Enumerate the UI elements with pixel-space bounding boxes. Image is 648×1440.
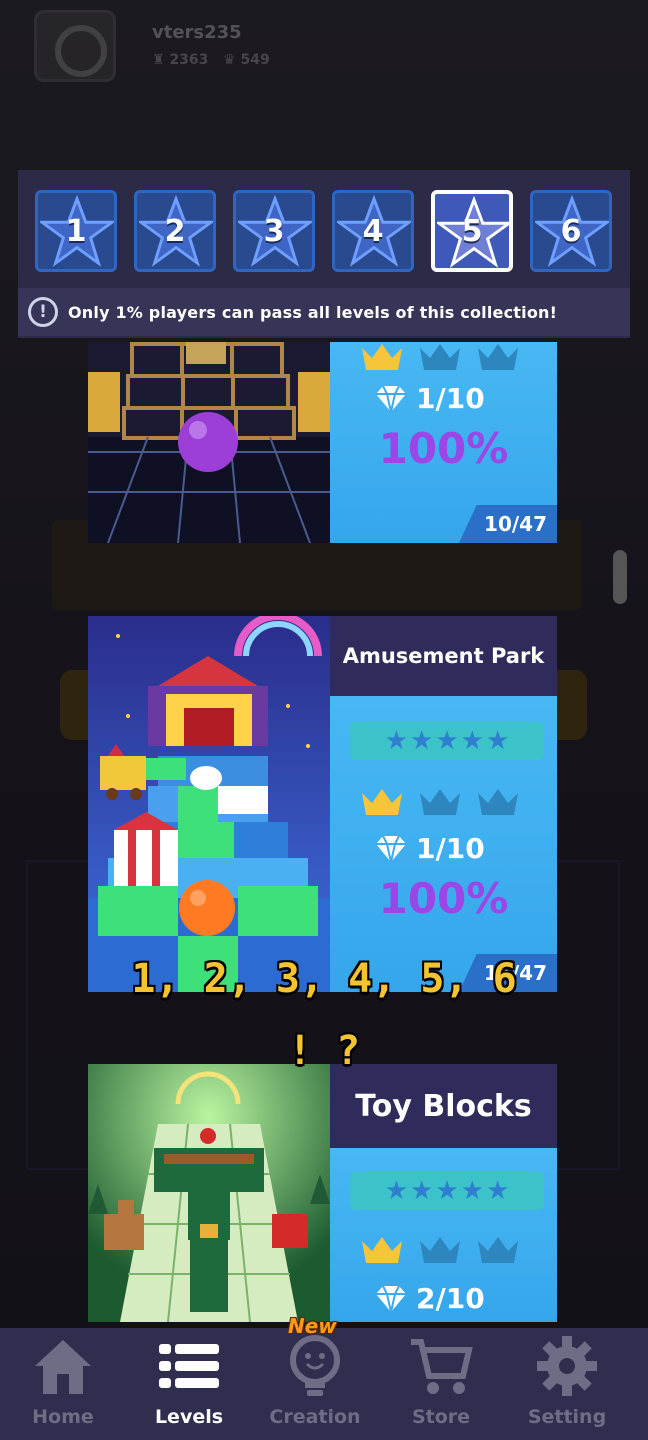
- gem-count-text: 1/10: [416, 382, 485, 415]
- crown-icon-filled: [362, 1237, 402, 1263]
- star-icon: ★: [485, 1176, 510, 1206]
- completion-percent: 100%: [378, 874, 509, 923]
- collection-tab-4[interactable]: 4: [332, 190, 414, 272]
- star-icon: ★: [460, 1176, 484, 1206]
- notice-bar: ! Only 1% players can pass all levels of…: [18, 288, 630, 336]
- background-button: [60, 670, 88, 740]
- crown-icon-empty: [478, 344, 518, 370]
- star-icon: ★: [410, 1176, 434, 1206]
- home-icon: [28, 1332, 98, 1400]
- star-icon: ★: [460, 726, 484, 756]
- crown-icon-empty: [478, 789, 518, 815]
- crown-rating: [360, 342, 520, 372]
- crown-rating: [360, 1232, 520, 1268]
- gem-count: 2/10: [374, 1282, 485, 1315]
- crown-icon-filled: [362, 344, 402, 370]
- nav-creation-label: Creation: [269, 1406, 361, 1428]
- caption-line-1: 1, 2, 3, 4, 5, 6: [131, 956, 517, 1002]
- info-icon: !: [28, 297, 58, 327]
- collection-tab-5[interactable]: 5: [431, 190, 513, 272]
- gear-icon: [532, 1332, 602, 1400]
- level-title-text: Amusement Park: [342, 644, 545, 668]
- collection-tab-6[interactable]: 6: [530, 190, 612, 272]
- username: vters235: [152, 22, 242, 43]
- crown-count: 549: [240, 52, 270, 68]
- trophy-count: 2363: [169, 52, 209, 68]
- nav-store-label: Store: [411, 1406, 471, 1428]
- diamond-icon: [376, 385, 406, 412]
- nav-store[interactable]: Store: [378, 1328, 504, 1440]
- level-thumbnail: [88, 342, 330, 543]
- player-stats: ♜ 2363 ♛ 549: [152, 52, 270, 68]
- collection-tab-3[interactable]: 3: [233, 190, 315, 272]
- collection-panel: 1 2 3 4 5 6 ! Only 1% players can pass all le…: [18, 170, 630, 338]
- level-thumbnail: [88, 616, 330, 992]
- level-card[interactable]: Toy Blocks ★ ★ ★ ★ ★ 2/10: [88, 1064, 557, 1322]
- player-profile: vters235 ♜ 2363 ♛ 549: [34, 10, 314, 82]
- background-button: [557, 670, 587, 740]
- crown-icon-empty: [420, 1237, 460, 1263]
- level-card[interactable]: 1/10 100% 10/47: [88, 342, 557, 543]
- collection-tab-number: 4: [362, 213, 384, 249]
- caption-line-2: ! ?: [287, 1028, 361, 1074]
- notice-text: Only 1% players can pass all levels of t…: [68, 302, 558, 322]
- gem-count: 1/10: [374, 832, 485, 865]
- crown-icon-empty: [478, 1237, 518, 1263]
- collection-tab-number: 2: [164, 213, 186, 249]
- level-preview-image: [88, 1064, 330, 1322]
- star-icon: ★: [410, 726, 434, 756]
- gem-count-text: 1/10: [416, 832, 485, 865]
- star-icon: ★: [384, 726, 409, 756]
- star-icon: ★: [435, 726, 459, 756]
- cart-icon: [406, 1332, 476, 1400]
- level-thumbnail: [88, 1064, 330, 1322]
- crown-icon-empty: [420, 789, 460, 815]
- completion-percent: 100%: [378, 424, 509, 473]
- trophy-icon: ♜: [152, 52, 165, 68]
- diamond-icon: [376, 1285, 406, 1312]
- gem-count: 1/10: [374, 382, 485, 415]
- nav-creation[interactable]: New Creation: [252, 1314, 378, 1440]
- nav-home-label: Home: [32, 1406, 94, 1428]
- star-icon: ★: [435, 1176, 459, 1206]
- level-info: 1/10 100% 10/47: [330, 342, 557, 543]
- collection-tab-number: 3: [263, 213, 285, 249]
- list-icon: [154, 1332, 224, 1400]
- collection-tab-number: 5: [461, 213, 483, 249]
- star-rating: ★ ★ ★ ★ ★: [350, 722, 544, 760]
- level-info: ★ ★ ★ ★ ★ 2/10: [330, 1148, 557, 1322]
- new-badge: New: [288, 1314, 337, 1338]
- crown-icon-filled: [362, 789, 402, 815]
- collection-tab-number: 1: [65, 213, 87, 249]
- level-progress: 10/47: [459, 505, 557, 543]
- level-preview-image: [88, 342, 330, 543]
- collection-tab-number: 6: [560, 213, 582, 249]
- bottom-nav: Home Levels New Creation Store Setting: [0, 1314, 648, 1440]
- level-title-text: Toy Blocks: [355, 1088, 532, 1124]
- nav-levels[interactable]: Levels: [126, 1328, 252, 1440]
- avatar: [34, 10, 116, 82]
- nav-levels-label: Levels: [154, 1406, 224, 1428]
- level-preview-image: [88, 616, 330, 992]
- diamond-icon: [376, 835, 406, 862]
- lightbulb-icon: [280, 1332, 350, 1400]
- collection-tab-2[interactable]: 2: [134, 190, 216, 272]
- gem-count-text: 2/10: [416, 1282, 485, 1315]
- crown-icon: ♛: [223, 52, 236, 68]
- scrollbar[interactable]: [613, 550, 627, 604]
- crown-icon-empty: [420, 344, 460, 370]
- nav-setting[interactable]: Setting: [504, 1328, 630, 1440]
- star-icon: ★: [384, 1176, 409, 1206]
- level-title: Amusement Park: [330, 616, 557, 696]
- star-icon: ★: [485, 726, 510, 756]
- crown-rating: [360, 784, 520, 820]
- collection-tab-1[interactable]: 1: [35, 190, 117, 272]
- level-title: Toy Blocks: [330, 1064, 557, 1148]
- nav-setting-label: Setting: [527, 1406, 607, 1428]
- level-card[interactable]: Amusement Park ★ ★ ★ ★ ★ 1/10 100% 11/47: [88, 616, 557, 992]
- level-info: ★ ★ ★ ★ ★ 1/10 100% 11/47: [330, 696, 557, 992]
- star-rating: ★ ★ ★ ★ ★: [350, 1172, 544, 1210]
- nav-home[interactable]: Home: [0, 1328, 126, 1440]
